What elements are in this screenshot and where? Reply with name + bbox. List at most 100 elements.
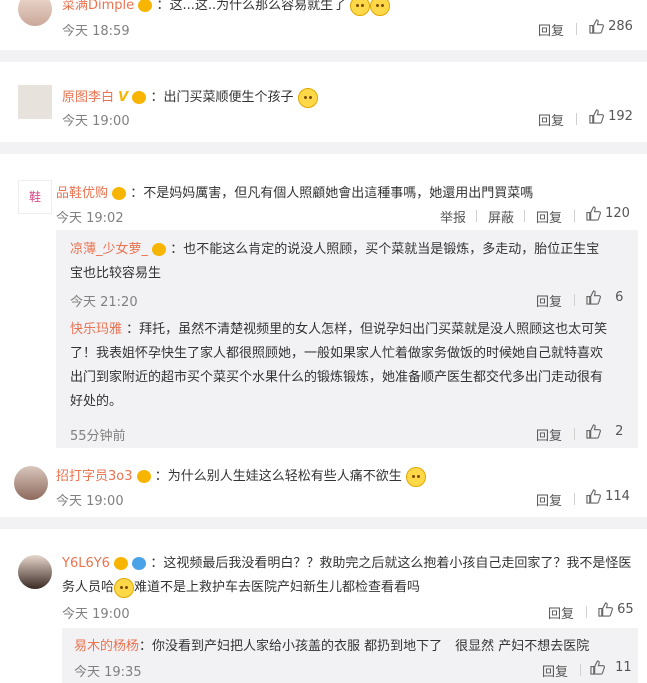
reply-text: 出门到家附近的超市买个菜买个水果什么的锻炼锻炼，她准备顺产医生都交代多出门走动很… xyxy=(70,370,604,385)
comment-user-link[interactable]: 品鞋优购 xyxy=(56,186,108,201)
member-badge-icon xyxy=(112,187,127,200)
like-count: 6 xyxy=(615,290,624,305)
reply-time: 今天 21:20 xyxy=(70,295,138,310)
like-button[interactable]: 6 xyxy=(586,290,623,305)
reply-button[interactable]: 回复 xyxy=(536,207,562,226)
reply-time: 今天 19:35 xyxy=(74,665,142,680)
divider xyxy=(574,493,575,505)
like-count: 2 xyxy=(615,424,624,439)
comment-time: 今天 19:00 xyxy=(62,607,130,622)
laugh-cry-emoji-icon xyxy=(370,0,391,16)
like-button[interactable]: 11 xyxy=(590,660,632,675)
divider xyxy=(580,664,581,676)
reply-user-link[interactable]: 凉薄_少女萝_ xyxy=(70,242,148,257)
separator xyxy=(0,50,647,62)
like-button[interactable]: 114 xyxy=(586,489,630,504)
member-badge-icon xyxy=(152,243,167,256)
balloon-badge-icon xyxy=(132,557,147,570)
thumbs-up-icon xyxy=(586,489,601,504)
thumbs-up-icon xyxy=(598,602,613,617)
reply-button[interactable]: 回复 xyxy=(538,20,564,39)
avatar[interactable] xyxy=(18,0,52,26)
block-button[interactable]: 屏蔽 xyxy=(488,207,514,226)
laugh-cry-emoji-icon xyxy=(350,0,371,16)
reply-user-link[interactable]: 快乐玛雅 xyxy=(70,322,122,337)
member-badge-icon xyxy=(136,470,151,483)
like-button[interactable]: 65 xyxy=(598,602,634,617)
comment-time: 今天 18:59 xyxy=(62,24,130,39)
divider xyxy=(524,210,525,222)
divider xyxy=(476,210,477,222)
reply-button[interactable]: 回复 xyxy=(536,425,562,444)
laugh-cry-emoji-icon xyxy=(114,577,135,598)
thumbs-up-icon xyxy=(590,660,605,675)
comment-text: ：不是妈妈厲害，但凡有個人照顧她會出這種事嗎，她還用出門買菜嗎 xyxy=(130,186,534,201)
comment-user-link[interactable]: 原图李白 xyxy=(62,90,114,105)
comment-text: ：出门买菜顺便生个孩子 xyxy=(150,90,294,105)
thumbs-up-icon xyxy=(586,206,601,221)
reply-button[interactable]: 回复 xyxy=(538,110,564,129)
reply-text: ：也不能这么肯定的说没人照顾，买个菜就当是锻炼，多走动，胎位正生宝 xyxy=(170,242,600,257)
comment-3-body: 品鞋优购 ：不是妈妈厲害，但凡有個人照顧她會出這種事嗎，她還用出門買菜嗎 xyxy=(56,182,533,201)
comment-user-link[interactable]: 菜满Dimple xyxy=(62,0,134,13)
reply-button[interactable]: 回复 xyxy=(542,661,568,680)
avatar[interactable]: 鞋 xyxy=(18,180,52,214)
comment-text: ：这视频最后我没看明白？？救助完之后就这么抱着小孩自己走回家了？我不是怪医 xyxy=(150,556,632,571)
avatar[interactable] xyxy=(18,85,52,119)
thumbs-up-icon xyxy=(586,290,601,305)
thumbs-up-icon xyxy=(589,19,604,34)
like-count: 120 xyxy=(605,206,630,221)
comment-text: ：为什么别人生娃这么轻松有些人痛不欲生 xyxy=(154,469,402,484)
divider xyxy=(574,210,575,222)
reply-text: 宝也比较容易生 xyxy=(70,266,162,281)
avatar[interactable] xyxy=(18,555,52,589)
comment-text: 难道不是上救护车去医院产妇新生儿都检查看看吗 xyxy=(134,580,421,595)
reply-text: ：你没看到产妇把人家给小孩盖的衣服 都扔到地下了 很显然 产妇不想去医院 xyxy=(139,639,590,654)
like-button[interactable]: 120 xyxy=(586,206,630,221)
like-count: 286 xyxy=(608,19,633,34)
comment-text: ：这...这..为什么那么容易就生了 xyxy=(156,0,347,13)
avatar-shop-logo: 鞋 xyxy=(28,190,41,204)
like-count: 114 xyxy=(605,489,630,504)
divider xyxy=(574,294,575,306)
divider xyxy=(576,113,577,125)
member-badge-icon xyxy=(114,557,129,570)
divider xyxy=(576,23,577,35)
like-button[interactable]: 2 xyxy=(586,424,623,439)
like-button[interactable]: 192 xyxy=(589,109,633,124)
avatar[interactable] xyxy=(14,466,48,500)
verified-v-icon: V xyxy=(118,90,129,105)
comment-time: 今天 19:00 xyxy=(62,114,130,129)
like-count: 65 xyxy=(617,602,634,617)
comment-1-body: 菜满Dimple ：这...这..为什么那么容易就生了 xyxy=(62,0,391,16)
comment-time: 今天 19:00 xyxy=(56,494,124,509)
separator xyxy=(0,517,647,529)
comment-5-body: Y6L6Y6 ：这视频最后我没看明白？？救助完之后就这么抱着小孩自己走回家了？我… xyxy=(62,552,631,600)
like-button[interactable]: 286 xyxy=(589,19,633,34)
reply-user-link[interactable]: 易木的杨杨 xyxy=(74,639,139,654)
laugh-cry-emoji-icon xyxy=(405,466,426,487)
cat-emoji-icon xyxy=(297,87,318,108)
reply-button[interactable]: 回复 xyxy=(536,291,562,310)
comment-4-body: 招打字员3o3 ：为什么别人生娃这么轻松有些人痛不欲生 xyxy=(56,465,426,487)
thumbs-up-icon xyxy=(589,109,604,124)
reply-text: 好处的。 xyxy=(70,394,123,409)
member-badge-icon xyxy=(132,91,147,104)
divider xyxy=(574,428,575,440)
reply-text: ：拜托，虽然不清楚视频里的女人怎样，但说孕妇出门买菜就是没人照顾这也太可笑 xyxy=(126,322,608,337)
reply-item: 凉薄_少女萝_ ：也不能这么肯定的说没人照顾，买个菜就当是锻炼，多走动，胎位正生… xyxy=(70,238,599,286)
divider xyxy=(586,606,587,618)
comment-2-body: 原图李白 V ：出门买菜顺便生个孩子 xyxy=(62,86,318,108)
report-button[interactable]: 举报 xyxy=(440,207,466,226)
comment-user-link[interactable]: Y6L6Y6 xyxy=(62,556,110,571)
thumbs-up-icon xyxy=(586,424,601,439)
separator xyxy=(0,142,647,154)
comment-user-link[interactable]: 招打字员3o3 xyxy=(56,469,133,484)
reply-time: 55分钟前 xyxy=(70,429,126,444)
reply-item: 快乐玛雅 ：拜托，虽然不清楚视频里的女人怎样，但说孕妇出门买菜就是没人照顾这也太… xyxy=(70,318,607,414)
reply-button[interactable]: 回复 xyxy=(536,490,562,509)
comment-text: 务人员哈 xyxy=(62,580,115,595)
reply-item: 易木的杨杨：你没看到产妇把人家给小孩盖的衣服 都扔到地下了 很显然 产妇不想去医… xyxy=(74,635,589,654)
reply-button[interactable]: 回复 xyxy=(548,603,574,622)
like-count: 192 xyxy=(608,109,633,124)
